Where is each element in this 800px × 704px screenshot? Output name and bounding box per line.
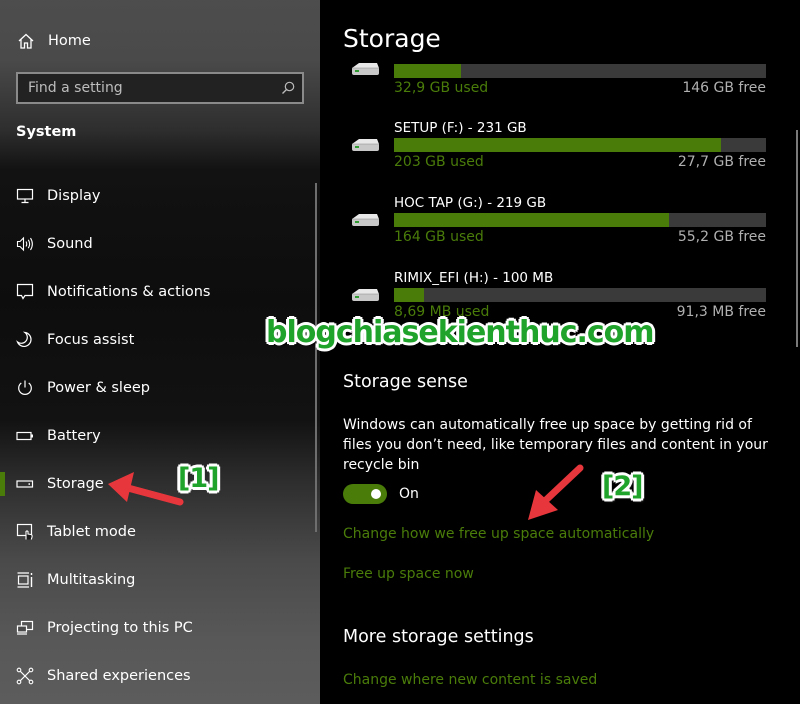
drive-icon <box>352 214 379 226</box>
more-storage-settings-title: More storage settings <box>343 627 534 647</box>
projecting-icon <box>16 619 34 637</box>
drive-usage-bar <box>394 138 766 152</box>
drive-usage-bar <box>394 213 766 227</box>
drive-icon <box>352 289 379 301</box>
storage-sense-toggle[interactable]: On <box>343 484 419 504</box>
drive-free: 91,3 MB free <box>676 304 766 320</box>
drive-usage-bar <box>394 288 766 302</box>
home-label: Home <box>48 33 91 49</box>
change-save-location-link[interactable]: Change where new content is saved <box>343 672 597 688</box>
drive-name: HOC TAP (G:) - 219 GB <box>394 195 547 211</box>
drive-free: 55,2 GB free <box>677 229 766 245</box>
sidebar-item-label: Battery <box>47 428 101 444</box>
home-icon <box>16 31 36 51</box>
drive-name: RIMIX_EFI (H:) - 100 MB <box>394 270 554 286</box>
search-input[interactable] <box>28 80 274 96</box>
sidebar-item-label: Multitasking <box>47 572 136 588</box>
arrow-annotation-2 <box>528 464 584 520</box>
drive-item[interactable]: SETUP (F:) - 231 GB 203 GB used 27,7 GB … <box>320 120 800 180</box>
monitor-icon <box>16 187 34 205</box>
moon-icon <box>16 331 34 349</box>
drive-item[interactable]: 32,9 GB used 146 GB free <box>320 56 800 116</box>
sidebar-item-display[interactable]: Display <box>0 172 312 220</box>
sidebar-scrollbar[interactable] <box>315 183 317 532</box>
storage-icon <box>16 475 34 493</box>
toggle-switch[interactable] <box>343 484 387 504</box>
sidebar-item-battery[interactable]: Battery <box>0 412 312 460</box>
drive-name: SETUP (F:) - 231 GB <box>394 120 527 136</box>
drive-free: 27,7 GB free <box>677 154 766 170</box>
storage-sense-title: Storage sense <box>343 372 468 392</box>
notification-icon <box>16 283 34 301</box>
toggle-state-label: On <box>399 486 419 502</box>
sidebar-item-label: Projecting to this PC <box>47 620 193 636</box>
drive-item[interactable]: HOC TAP (G:) - 219 GB 164 GB used 55,2 G… <box>320 195 800 255</box>
step-label-2: [2] <box>602 471 643 502</box>
nav-home[interactable]: Home <box>16 28 91 54</box>
sidebar-item-multitasking[interactable]: Multitasking <box>0 556 312 604</box>
sidebar-item-label: Notifications & actions <box>47 284 211 300</box>
main-content: Storage 32,9 GB used 146 GB free SETUP (… <box>320 0 800 704</box>
main-scrollbar[interactable] <box>796 130 798 347</box>
sidebar-item-label: Display <box>47 188 101 204</box>
step-label-1: [1] <box>178 463 219 494</box>
sidebar-item-label: Shared experiences <box>47 668 191 684</box>
drive-used: 32,9 GB used <box>394 80 489 96</box>
drive-usage-fill <box>394 64 461 78</box>
drive-usage-bar <box>394 64 766 78</box>
section-title: System <box>16 124 77 140</box>
sidebar-item-label: Focus assist <box>47 332 135 348</box>
shared-experiences-icon <box>16 667 34 685</box>
drive-free: 146 GB free <box>682 80 766 96</box>
multitasking-icon <box>16 571 34 589</box>
sidebar-item-label: Power & sleep <box>47 380 150 396</box>
nav-list: Display Sound Notifications & actions Fo… <box>0 172 312 700</box>
speaker-icon <box>16 235 34 253</box>
drive-icon <box>352 139 379 151</box>
watermark: blogchiasekienthuc.com <box>266 315 655 350</box>
drive-icon <box>352 63 379 75</box>
drive-used: 164 GB used <box>394 229 484 245</box>
free-up-space-now-link[interactable]: Free up space now <box>343 566 474 582</box>
change-free-up-link[interactable]: Change how we free up space automaticall… <box>343 526 654 542</box>
arrow-annotation-1 <box>108 472 184 506</box>
sidebar: Home System Display Sound Notifications … <box>0 0 320 704</box>
toggle-knob <box>371 489 381 499</box>
tablet-mode-icon <box>16 523 34 541</box>
sidebar-item-shared-experiences[interactable]: Shared experiences <box>0 652 312 700</box>
sidebar-item-notifications[interactable]: Notifications & actions <box>0 268 312 316</box>
sidebar-item-tablet-mode[interactable]: Tablet mode <box>0 508 312 556</box>
search-icon[interactable] <box>274 74 302 102</box>
sidebar-item-label: Tablet mode <box>47 524 136 540</box>
sidebar-item-label: Storage <box>47 476 104 492</box>
sidebar-item-projecting[interactable]: Projecting to this PC <box>0 604 312 652</box>
search-box <box>16 72 304 104</box>
sidebar-item-sound[interactable]: Sound <box>0 220 312 268</box>
sidebar-item-power-sleep[interactable]: Power & sleep <box>0 364 312 412</box>
drive-usage-fill <box>394 213 670 227</box>
drive-usage-fill <box>394 288 424 302</box>
battery-icon <box>16 427 34 445</box>
page-title: Storage <box>343 24 441 53</box>
power-icon <box>16 379 34 397</box>
sidebar-item-label: Sound <box>47 236 93 252</box>
drive-usage-fill <box>394 138 722 152</box>
drive-used: 203 GB used <box>394 154 484 170</box>
